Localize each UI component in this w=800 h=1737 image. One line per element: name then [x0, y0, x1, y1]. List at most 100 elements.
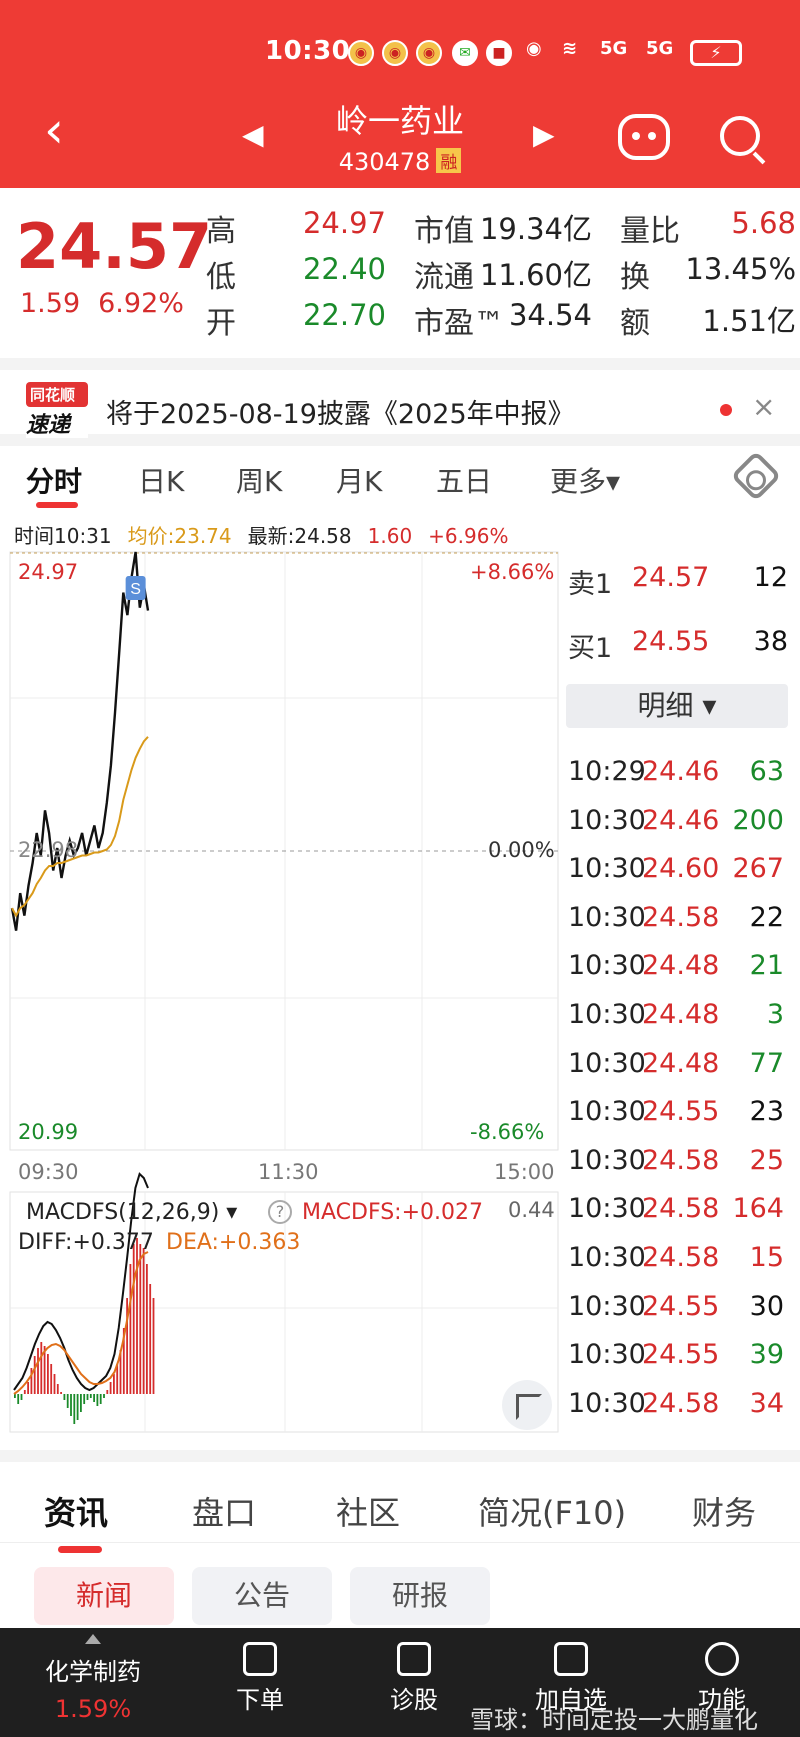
info-avg: 均价:23.74: [127, 524, 232, 548]
stock-name: 岭一药业: [335, 102, 464, 140]
tab-order-book[interactable]: 盘口: [192, 1488, 256, 1534]
trade-detail-button[interactable]: 明细 ▾: [566, 684, 788, 728]
diagnose-button[interactable]: 诊股: [374, 1628, 454, 1715]
tab-monthly-k[interactable]: 月K: [336, 460, 382, 500]
tab-five-day[interactable]: 五日: [436, 460, 492, 500]
expand-icon[interactable]: [502, 1380, 552, 1430]
low-label: 低: [206, 260, 236, 295]
caret-up-icon: [85, 1634, 101, 1644]
high-label: 高: [206, 214, 236, 249]
tab-more[interactable]: 更多▾: [550, 460, 620, 500]
macd-histogram-bar: [132, 1244, 135, 1394]
macd-histogram-bar: [47, 1354, 49, 1394]
news-alert-strip[interactable]: 同花顺 速递 将于2025-08-19披露《2025年中报》 ×: [0, 358, 800, 446]
amount-label: 额: [620, 306, 650, 341]
macd-histogram-bar: [86, 1394, 89, 1400]
info-sub-tabs: 新闻 公告 研报: [0, 1542, 800, 1626]
macd-histogram-bar: [89, 1394, 92, 1398]
change-percent: 6.92%: [98, 288, 184, 319]
bid-price: 24.55: [632, 626, 710, 657]
trade-price: 24.48: [642, 1047, 720, 1079]
ask-row: 卖1 24.57 12: [562, 562, 798, 610]
subtab-news[interactable]: 新闻: [34, 1567, 174, 1625]
margin-badge: 融: [436, 148, 462, 173]
status-time: 10:30: [265, 36, 351, 66]
macd-panel-frame: [9, 1191, 559, 1433]
order-button[interactable]: 下单: [220, 1628, 300, 1715]
trade-time: 10:30: [568, 804, 646, 836]
change-amount: 1.59: [20, 288, 81, 319]
trade-price: 24.60: [642, 853, 720, 885]
search-icon[interactable]: [720, 116, 760, 156]
order-label: 下单: [236, 1686, 284, 1714]
trade-time: 10:30: [568, 1387, 646, 1419]
price-change: 1.59 6.92%: [20, 288, 184, 319]
bid-volume: 38: [753, 626, 788, 657]
trade-volume: 3: [766, 999, 784, 1030]
robot-assistant-icon[interactable]: [618, 114, 670, 160]
stock-code-line: 430478 融: [0, 148, 800, 176]
macd-histogram-bar: [139, 1244, 142, 1394]
info-time: 时间10:31: [14, 524, 112, 548]
macd-histogram-bar: [93, 1394, 95, 1402]
trade-time: 10:30: [568, 1096, 646, 1128]
current-price: 24.57: [16, 210, 213, 283]
tab-f10[interactable]: 简况(F10): [478, 1488, 626, 1534]
help-icon[interactable]: ?: [268, 1200, 292, 1224]
tab-weekly-k[interactable]: 周K: [236, 460, 282, 500]
add-icon: [554, 1642, 588, 1676]
trade-time: 10:30: [568, 1290, 646, 1322]
next-stock-button[interactable]: ▶: [533, 118, 555, 151]
close-icon[interactable]: ×: [752, 390, 775, 423]
tab-news-info[interactable]: 资讯: [44, 1488, 108, 1534]
subtab-announcements[interactable]: 公告: [192, 1567, 332, 1625]
diff-value: DIFF:+0.377: [18, 1230, 154, 1255]
tab-daily-k[interactable]: 日K: [138, 460, 184, 500]
macd-histogram-bar: [129, 1264, 132, 1394]
macd-histogram-bar: [80, 1394, 82, 1412]
chart-period-tabs: 分时 日K 周K 月K 五日 更多▾: [0, 452, 800, 508]
trade-volume: 200: [732, 804, 784, 836]
news-alert-text[interactable]: 将于2025-08-19披露《2025年中报》: [106, 392, 575, 431]
macd-histogram-bar: [20, 1394, 23, 1400]
trade-time: 10:30: [568, 1193, 646, 1225]
chart-grid: [9, 551, 559, 1151]
trade-price: 24.58: [642, 901, 720, 933]
trade-time: 10:30: [568, 1047, 646, 1079]
macd-histogram-bar: [66, 1394, 69, 1408]
weibo-notification-icon: ◉: [348, 40, 374, 66]
turnover-label: 换: [620, 260, 650, 295]
wechat-notification-icon: ✉: [452, 40, 478, 66]
sector-button[interactable]: 化学制药 1.59%: [20, 1628, 166, 1723]
trade-price: 24.55: [642, 1339, 720, 1371]
y-mid-label: 22.98: [18, 838, 79, 862]
trade-volume: 77: [749, 1047, 784, 1079]
tab-intraday[interactable]: 分时: [26, 460, 82, 500]
trade-volume: 23: [749, 1096, 784, 1128]
macd-histogram-bar: [27, 1382, 29, 1394]
news-logo-brand: 同花顺: [26, 382, 88, 407]
trade-time: 10:30: [568, 1144, 646, 1176]
trade-time: 10:30: [568, 1242, 646, 1273]
eye-icon: ◉: [526, 38, 542, 59]
macd-histogram-bar: [56, 1384, 59, 1394]
trade-volume: 30: [749, 1290, 784, 1322]
macd-histogram-bar: [152, 1298, 155, 1394]
ask-volume: 12: [753, 562, 788, 593]
trade-price: 24.58: [642, 1242, 720, 1273]
macd-histogram-bar: [113, 1374, 115, 1394]
order-icon: [243, 1642, 277, 1676]
subtab-research[interactable]: 研报: [350, 1567, 490, 1625]
macd-histogram-bar: [17, 1394, 20, 1404]
macd-indicator-select[interactable]: MACDFS(12,26,9) ▾: [26, 1200, 237, 1225]
trade-price: 24.55: [642, 1290, 720, 1322]
trade-volume: 25: [749, 1144, 784, 1176]
tab-financials[interactable]: 财务: [692, 1488, 756, 1534]
macd-histogram-bar: [106, 1390, 109, 1394]
intraday-chart[interactable]: S: [0, 548, 562, 1438]
trade-time: 10:30: [568, 901, 646, 933]
macd-histogram-bar: [63, 1394, 66, 1400]
signal-5g-icon: 5G: [646, 38, 674, 59]
tab-community[interactable]: 社区: [336, 1488, 400, 1534]
app-notification-icon: ■: [486, 40, 512, 66]
